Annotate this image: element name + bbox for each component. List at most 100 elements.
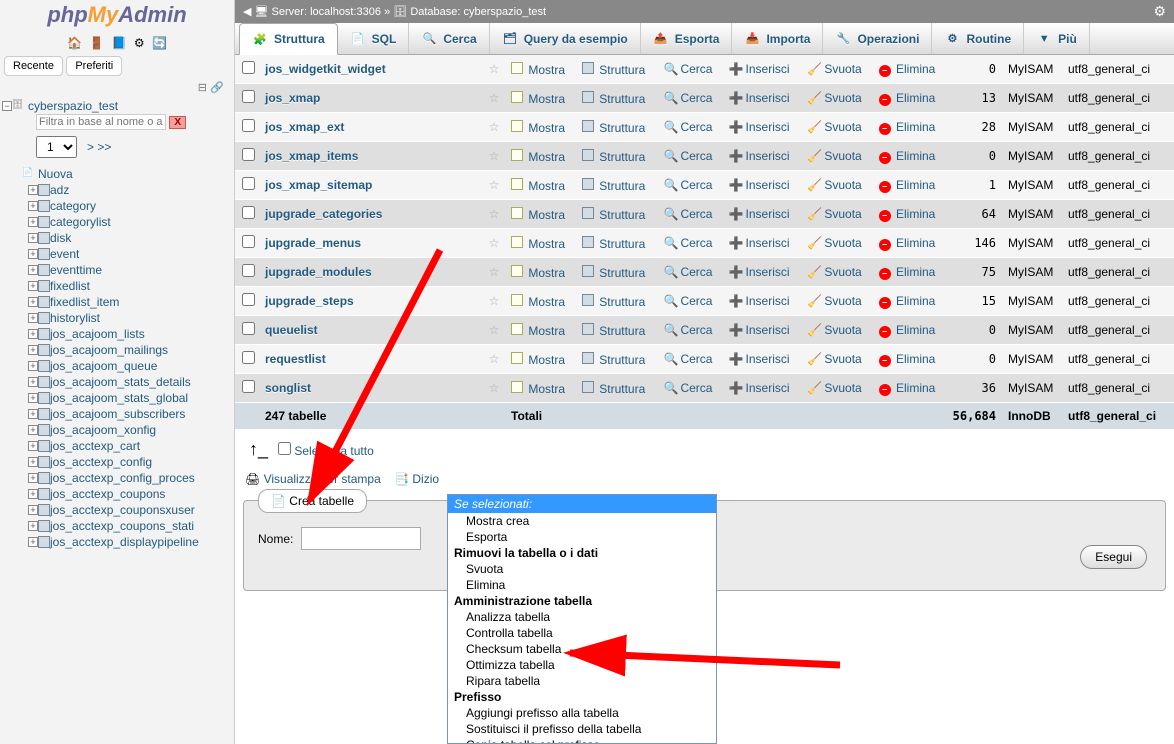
tree-page-select[interactable]: 1	[36, 136, 77, 158]
execute-button[interactable]: Esegui	[1080, 545, 1147, 569]
tree-table-link[interactable]: historylist	[50, 311, 100, 325]
row-checkbox[interactable]	[242, 322, 255, 335]
tree-table-item[interactable]: + jos_acctexp_displaypipeline	[2, 534, 234, 550]
favorite-icon[interactable]: ☆	[489, 323, 500, 337]
row-checkbox[interactable]	[242, 380, 255, 393]
structure-link[interactable]: Struttura	[599, 179, 645, 193]
table-name-link[interactable]: jos_widgetkit_widget	[265, 62, 386, 76]
tree-table-link[interactable]: category	[50, 199, 96, 213]
structure-link[interactable]: Struttura	[599, 295, 645, 309]
dd-item[interactable]: Svuota	[448, 561, 716, 577]
expand-icon[interactable]: +	[28, 249, 38, 259]
browse-link[interactable]: Mostra	[528, 92, 565, 106]
expand-icon[interactable]: +	[28, 345, 38, 355]
empty-link[interactable]: Svuota	[824, 91, 861, 105]
tree-table-item[interactable]: + historylist	[2, 310, 234, 326]
tree-table-link[interactable]: jos_acctexp_coupons_stati	[50, 519, 194, 533]
empty-link[interactable]: Svuota	[824, 323, 861, 337]
tree-table-link[interactable]: jos_acajoom_xonfig	[50, 423, 156, 437]
table-name-link[interactable]: jos_xmap_items	[265, 149, 358, 163]
delete-link[interactable]: Elimina	[896, 207, 935, 221]
tab-struttura[interactable]: 🧩Struttura	[239, 23, 338, 55]
tree-filter-input[interactable]	[36, 114, 166, 130]
table-name-link[interactable]: jupgrade_categories	[265, 207, 382, 221]
tree-table-item[interactable]: + disk	[2, 230, 234, 246]
search-link[interactable]: Cerca	[680, 149, 712, 163]
recent-tab[interactable]: Recente	[4, 56, 63, 76]
tree-table-link[interactable]: jos_acctexp_coupons	[50, 487, 165, 501]
browse-link[interactable]: Mostra	[528, 121, 565, 135]
search-link[interactable]: Cerca	[680, 207, 712, 221]
browse-link[interactable]: Mostra	[528, 150, 565, 164]
browse-link[interactable]: Mostra	[528, 382, 565, 396]
tree-table-link[interactable]: eventtime	[50, 263, 102, 277]
expand-icon[interactable]: +	[28, 313, 38, 323]
empty-link[interactable]: Svuota	[824, 381, 861, 395]
table-name-link[interactable]: jos_xmap	[265, 91, 320, 105]
search-link[interactable]: Cerca	[680, 265, 712, 279]
empty-link[interactable]: Svuota	[824, 120, 861, 134]
table-name-link[interactable]: jupgrade_steps	[265, 294, 354, 308]
tree-table-link[interactable]: jos_acctexp_couponsxuser	[50, 503, 195, 517]
expand-icon[interactable]: +	[28, 265, 38, 275]
logout-icon[interactable]: 🚪	[89, 36, 104, 50]
delete-link[interactable]: Elimina	[896, 149, 935, 163]
dd-item[interactable]: Ottimizza tabella	[448, 657, 716, 673]
insert-link[interactable]: Inserisci	[746, 323, 790, 337]
tree-table-link[interactable]: jos_acajoom_subscribers	[50, 407, 185, 421]
insert-link[interactable]: Inserisci	[746, 265, 790, 279]
structure-link[interactable]: Struttura	[599, 150, 645, 164]
structure-link[interactable]: Struttura	[599, 208, 645, 222]
dd-item[interactable]: Ripara tabella	[448, 673, 716, 689]
row-checkbox[interactable]	[242, 148, 255, 161]
empty-link[interactable]: Svuota	[824, 207, 861, 221]
search-link[interactable]: Cerca	[680, 294, 712, 308]
tab-operazioni[interactable]: 🔧Operazioni	[823, 23, 932, 54]
delete-link[interactable]: Elimina	[896, 352, 935, 366]
expand-icon[interactable]: +	[28, 537, 38, 547]
expand-icon[interactable]: +	[28, 377, 38, 387]
tree-page-next[interactable]: > >>	[87, 140, 111, 154]
structure-link[interactable]: Struttura	[599, 266, 645, 280]
delete-link[interactable]: Elimina	[896, 178, 935, 192]
tree-table-item[interactable]: + jos_acajoom_xonfig	[2, 422, 234, 438]
tree-table-item[interactable]: + adz	[2, 182, 234, 198]
create-table-button[interactable]: 📄 Crea tabelle	[258, 489, 367, 513]
tree-table-item[interactable]: + eventtime	[2, 262, 234, 278]
favorite-icon[interactable]: ☆	[489, 236, 500, 250]
expand-icon[interactable]: +	[28, 329, 38, 339]
row-checkbox[interactable]	[242, 119, 255, 132]
collapse-icon[interactable]: ⊟	[198, 82, 207, 94]
tree-table-item[interactable]: + jos_acctexp_couponsxuser	[2, 502, 234, 518]
search-link[interactable]: Cerca	[680, 62, 712, 76]
tree-table-link[interactable]: fixedlist	[50, 279, 90, 293]
expand-icon[interactable]: +	[28, 185, 38, 195]
print-link[interactable]: Visualizza per stampa	[264, 472, 381, 486]
row-checkbox[interactable]	[242, 351, 255, 364]
favorite-icon[interactable]: ☆	[489, 120, 500, 134]
row-checkbox[interactable]	[242, 206, 255, 219]
delete-link[interactable]: Elimina	[896, 294, 935, 308]
row-checkbox[interactable]	[242, 235, 255, 248]
tree-table-item[interactable]: + jos_acajoom_subscribers	[2, 406, 234, 422]
table-name-link[interactable]: jupgrade_modules	[265, 265, 372, 279]
structure-link[interactable]: Struttura	[599, 63, 645, 77]
table-name-link[interactable]: requestlist	[265, 352, 326, 366]
empty-link[interactable]: Svuota	[824, 149, 861, 163]
insert-link[interactable]: Inserisci	[746, 91, 790, 105]
tree-table-link[interactable]: jos_acajoom_mailings	[50, 343, 168, 357]
tree-table-link[interactable]: jos_acctexp_displaypipeline	[50, 535, 199, 549]
dd-item[interactable]: Copia tabella col prefisso	[448, 737, 716, 744]
browse-link[interactable]: Mostra	[528, 324, 565, 338]
table-name-link[interactable]: songlist	[265, 381, 311, 395]
tree-table-item[interactable]: + jos_acctexp_coupons_stati	[2, 518, 234, 534]
tree-table-link[interactable]: adz	[50, 183, 69, 197]
select-all-checkbox[interactable]	[278, 442, 291, 455]
favorite-icon[interactable]: ☆	[489, 381, 500, 395]
table-name-link[interactable]: jos_xmap_sitemap	[265, 178, 372, 192]
favorite-icon[interactable]: ☆	[489, 91, 500, 105]
tree-table-link[interactable]: event	[50, 247, 79, 261]
expand-icon[interactable]: +	[28, 233, 38, 243]
insert-link[interactable]: Inserisci	[746, 178, 790, 192]
favorites-tab[interactable]: Preferiti	[66, 56, 122, 76]
